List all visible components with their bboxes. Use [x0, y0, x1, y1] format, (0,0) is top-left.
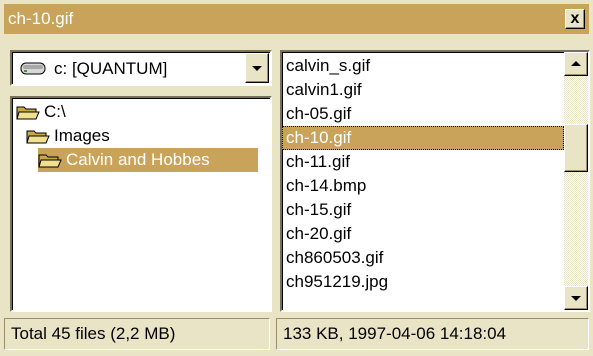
window-title: ch-10.gif [8, 9, 74, 28]
list-item[interactable]: calvin1.gif [282, 78, 564, 102]
image-browser-window: ch-10.gif x c: [QUANTUM] C:\ Images Calv… [0, 0, 593, 356]
chevron-down-icon [252, 66, 262, 71]
tree-label: Images [54, 126, 110, 145]
status-file-count: Total 45 files (2,2 MB) [4, 318, 270, 350]
list-item[interactable]: ch860503.gif [282, 246, 564, 270]
list-item[interactable]: ch-11.gif [282, 150, 564, 174]
tree-item-calvin-and-hobbes[interactable]: Calvin and Hobbes [38, 148, 258, 172]
scroll-down-button[interactable] [564, 286, 588, 310]
vertical-scrollbar[interactable] [564, 52, 588, 310]
list-item[interactable]: ch951219.jpg [282, 270, 564, 294]
hard-drive-icon [20, 62, 46, 75]
open-folder-icon [26, 130, 50, 144]
close-button[interactable]: x [565, 9, 585, 29]
open-folder-icon [38, 154, 62, 168]
scroll-up-button[interactable] [564, 52, 588, 76]
status-file-info: 133 KB, 1997-04-06 14:18:04 [276, 318, 589, 350]
list-item[interactable]: ch-05.gif [282, 102, 564, 126]
tree-label: Calvin and Hobbes [66, 150, 210, 169]
list-item[interactable]: calvin_s.gif [282, 54, 564, 78]
list-item[interactable]: ch-20.gif [282, 222, 564, 246]
list-item[interactable]: ch-14.bmp [282, 174, 564, 198]
file-rows: calvin_s.gif calvin1.gif ch-05.gif ch-10… [282, 54, 564, 294]
tree-label: C:\ [44, 102, 66, 121]
scroll-thumb[interactable] [564, 124, 588, 172]
open-folder-icon [16, 106, 40, 120]
chevron-down-icon [571, 296, 581, 301]
dropdown-arrow-button[interactable] [245, 53, 269, 83]
drive-label: c: [QUANTUM] [54, 59, 168, 78]
drive-dropdown[interactable]: c: [QUANTUM] [10, 50, 272, 86]
list-item[interactable]: ch-15.gif [282, 198, 564, 222]
folder-tree[interactable]: C:\ Images Calvin and Hobbes [10, 96, 272, 312]
list-item-selected[interactable]: ch-10.gif [282, 126, 564, 150]
file-list[interactable]: calvin_s.gif calvin1.gif ch-05.gif ch-10… [280, 50, 590, 312]
chevron-up-icon [571, 61, 581, 66]
title-bar[interactable]: ch-10.gif x [4, 4, 589, 34]
